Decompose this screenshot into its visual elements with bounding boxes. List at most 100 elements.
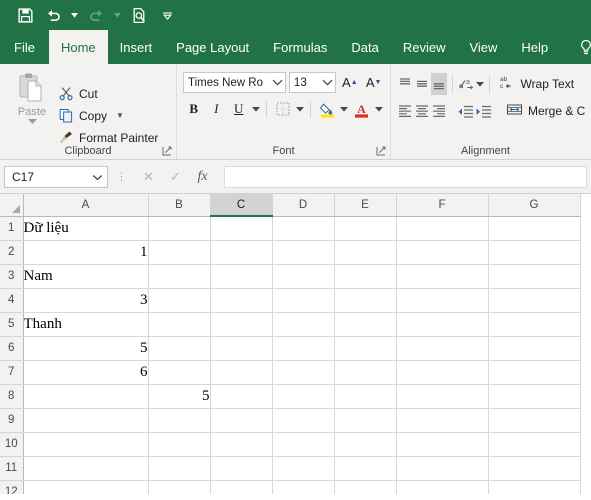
- clipboard-dialog-launcher-icon[interactable]: [162, 146, 172, 156]
- cell-D9[interactable]: [272, 408, 335, 433]
- cell-A10[interactable]: [23, 432, 149, 457]
- redo-icon[interactable]: [85, 4, 107, 26]
- cell-F10[interactable]: [396, 432, 489, 457]
- align-center-button[interactable]: [414, 100, 430, 122]
- cell-C12[interactable]: [210, 480, 273, 494]
- cell-G7[interactable]: [488, 360, 581, 385]
- cell-D1[interactable]: [272, 216, 335, 241]
- cell-E12[interactable]: [334, 480, 397, 494]
- row-header-5[interactable]: 5: [0, 312, 24, 337]
- row-header-12[interactable]: 12: [0, 480, 24, 494]
- cell-C10[interactable]: [210, 432, 273, 457]
- orientation-dropdown-icon[interactable]: [475, 73, 484, 95]
- cell-G12[interactable]: [488, 480, 581, 494]
- cell-C7[interactable]: [210, 360, 273, 385]
- cell-G2[interactable]: [488, 240, 581, 265]
- cancel-formula-icon[interactable]: ✕: [135, 166, 162, 188]
- font-name-combo[interactable]: Times New Ro: [183, 72, 286, 93]
- font-color-dropdown-icon[interactable]: [373, 98, 384, 120]
- cell-B1[interactable]: [148, 216, 211, 241]
- font-color-button[interactable]: A: [351, 98, 373, 120]
- cell-G10[interactable]: [488, 432, 581, 457]
- align-left-button[interactable]: [397, 100, 413, 122]
- cell-E4[interactable]: [334, 288, 397, 313]
- cell-B2[interactable]: [148, 240, 211, 265]
- increase-indent-button[interactable]: [475, 100, 492, 122]
- column-header-g[interactable]: G: [488, 194, 581, 217]
- cell-B11[interactable]: [148, 456, 211, 481]
- underline-button[interactable]: U: [228, 98, 250, 120]
- cell-B12[interactable]: [148, 480, 211, 494]
- cell-D12[interactable]: [272, 480, 335, 494]
- copy-button[interactable]: Copy ▼: [58, 106, 158, 126]
- cell-C11[interactable]: [210, 456, 273, 481]
- row-header-10[interactable]: 10: [0, 432, 24, 457]
- cell-B5[interactable]: [148, 312, 211, 337]
- cell-G1[interactable]: [488, 216, 581, 241]
- tab-page-layout[interactable]: Page Layout: [164, 30, 261, 64]
- cell-A1[interactable]: Dữ liệu: [23, 216, 149, 241]
- row-header-1[interactable]: 1: [0, 216, 24, 241]
- row-header-2[interactable]: 2: [0, 240, 24, 265]
- cell-F2[interactable]: [396, 240, 489, 265]
- column-header-a[interactable]: A: [23, 194, 149, 217]
- decrease-indent-button[interactable]: [457, 100, 474, 122]
- cell-G4[interactable]: [488, 288, 581, 313]
- cell-G6[interactable]: [488, 336, 581, 361]
- cell-A5[interactable]: Thanh: [23, 312, 149, 337]
- cell-A9[interactable]: [23, 408, 149, 433]
- redo-dropdown-icon[interactable]: [113, 4, 122, 26]
- underline-dropdown-icon[interactable]: [251, 98, 262, 120]
- borders-dropdown-icon[interactable]: [295, 98, 306, 120]
- cell-B3[interactable]: [148, 264, 211, 289]
- tell-me-lightbulb-icon[interactable]: [566, 30, 591, 64]
- cell-C3[interactable]: [210, 264, 273, 289]
- print-preview-icon[interactable]: [128, 4, 150, 26]
- cell-B8[interactable]: 5: [148, 384, 211, 409]
- cell-G11[interactable]: [488, 456, 581, 481]
- name-box-chevron-down-icon[interactable]: [92, 170, 103, 184]
- cell-F1[interactable]: [396, 216, 489, 241]
- cell-A2[interactable]: 1: [23, 240, 149, 265]
- cell-G5[interactable]: [488, 312, 581, 337]
- undo-dropdown-icon[interactable]: [70, 4, 79, 26]
- save-icon[interactable]: [14, 4, 36, 26]
- borders-button[interactable]: [272, 98, 294, 120]
- fill-color-button[interactable]: [316, 98, 338, 120]
- tab-data[interactable]: Data: [339, 30, 390, 64]
- cell-E9[interactable]: [334, 408, 397, 433]
- cell-A4[interactable]: 3: [23, 288, 149, 313]
- align-top-button[interactable]: [397, 73, 413, 95]
- cell-F4[interactable]: [396, 288, 489, 313]
- cell-A12[interactable]: [23, 480, 149, 494]
- cell-F3[interactable]: [396, 264, 489, 289]
- cell-E1[interactable]: [334, 216, 397, 241]
- undo-icon[interactable]: [42, 4, 64, 26]
- cell-B6[interactable]: [148, 336, 211, 361]
- cell-C2[interactable]: [210, 240, 273, 265]
- cell-C1[interactable]: [210, 216, 273, 241]
- increase-font-size-button[interactable]: A ▲: [339, 72, 360, 93]
- cell-A7[interactable]: 6: [23, 360, 149, 385]
- row-header-6[interactable]: 6: [0, 336, 24, 361]
- cell-D7[interactable]: [272, 360, 335, 385]
- cell-C4[interactable]: [210, 288, 273, 313]
- cell-D5[interactable]: [272, 312, 335, 337]
- cell-E6[interactable]: [334, 336, 397, 361]
- copy-dropdown-icon[interactable]: ▼: [116, 111, 124, 120]
- tab-insert[interactable]: Insert: [108, 30, 165, 64]
- row-header-9[interactable]: 9: [0, 408, 24, 433]
- align-right-button[interactable]: [431, 100, 447, 122]
- cell-A8[interactable]: [23, 384, 149, 409]
- column-header-d[interactable]: D: [272, 194, 335, 217]
- font-name-chevron-down-icon[interactable]: [270, 78, 283, 88]
- cell-B9[interactable]: [148, 408, 211, 433]
- cell-F5[interactable]: [396, 312, 489, 337]
- cell-B7[interactable]: [148, 360, 211, 385]
- cell-F11[interactable]: [396, 456, 489, 481]
- cell-C5[interactable]: [210, 312, 273, 337]
- tab-formulas[interactable]: Formulas: [261, 30, 339, 64]
- tab-home[interactable]: Home: [48, 30, 108, 64]
- cell-E3[interactable]: [334, 264, 397, 289]
- cell-E2[interactable]: [334, 240, 397, 265]
